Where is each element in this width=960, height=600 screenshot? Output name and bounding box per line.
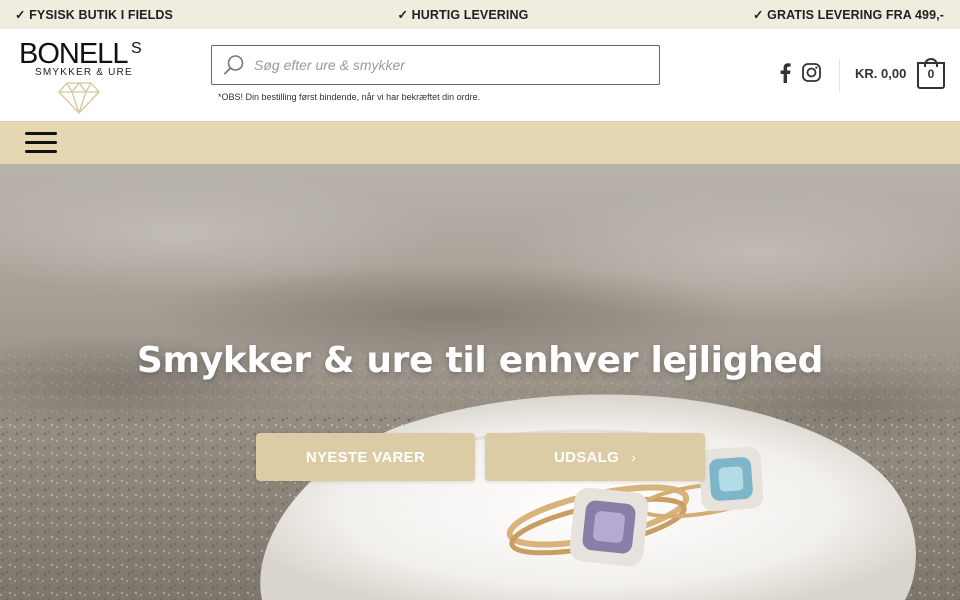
newest-products-label: NYESTE VARER bbox=[305, 448, 426, 466]
logo-tagline: SMYKKER & URE bbox=[35, 67, 133, 78]
sale-button[interactable]: UDSALG › bbox=[485, 433, 705, 481]
search-box[interactable] bbox=[211, 45, 660, 85]
announcement-free-shipping: ✓ GRATIS LEVERING FRA 499,- bbox=[753, 8, 944, 22]
site-header: BONELL S SMYKKER & URE *OBS! Din bestill… bbox=[0, 29, 960, 121]
hero-title: Smykker & ure til enhver lejlighed bbox=[136, 340, 824, 381]
search-input[interactable] bbox=[254, 57, 634, 73]
newest-products-button[interactable]: NYESTE VARER bbox=[256, 433, 475, 481]
menu-icon[interactable] bbox=[25, 130, 58, 156]
nav-bar bbox=[0, 121, 960, 164]
logo[interactable]: BONELL S SMYKKER & URE bbox=[18, 38, 144, 118]
cart-total[interactable]: KR. 0,00 bbox=[855, 66, 906, 81]
cart-count: 0 bbox=[927, 67, 935, 81]
announcement-physical-store: ✓ FYSISK BUTIK I FIELDS bbox=[15, 8, 173, 22]
announcement-fast-delivery: ✓ HURTIG LEVERING bbox=[397, 8, 529, 22]
search-icon[interactable] bbox=[223, 54, 245, 76]
instagram-icon[interactable] bbox=[802, 63, 821, 82]
sale-label: UDSALG bbox=[553, 448, 620, 466]
hero-banner: Smykker & ure til enhver lejlighed NYEST… bbox=[0, 164, 960, 600]
order-notice: *OBS! Din bestilling først bindende, når… bbox=[218, 92, 481, 102]
facebook-icon[interactable] bbox=[779, 63, 791, 83]
chevron-right-icon: › bbox=[631, 449, 637, 465]
cart-button[interactable]: 0 bbox=[917, 58, 945, 89]
top-announcement-bar: ✓ FYSISK BUTIK I FIELDS ✓ HURTIG LEVERIN… bbox=[0, 0, 960, 29]
logo-superscript: S bbox=[131, 40, 142, 57]
hero-image bbox=[0, 164, 960, 600]
header-divider bbox=[839, 59, 840, 92]
diamond-icon bbox=[58, 82, 100, 114]
